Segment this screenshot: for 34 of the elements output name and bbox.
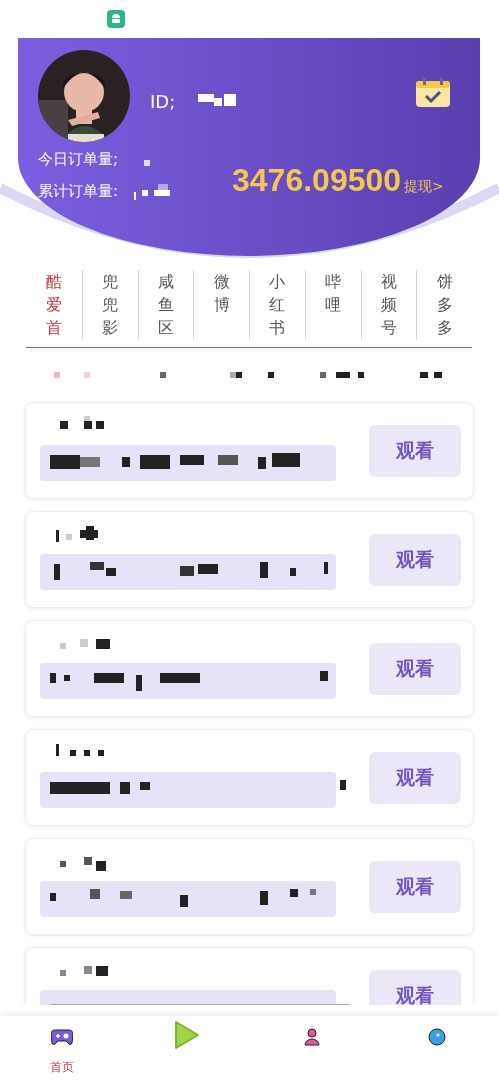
category-tab[interactable]: 咸鱼区 <box>137 270 194 340</box>
gamepad-icon[interactable] <box>51 1028 74 1046</box>
redaction-mosaic <box>60 856 106 871</box>
category-tab[interactable]: 微博 <box>193 270 249 340</box>
category-tab[interactable]: 饼多多 <box>416 270 472 340</box>
android-icon <box>107 10 125 28</box>
watch-button[interactable]: 观看 <box>369 751 461 804</box>
watch-button[interactable]: 观看 <box>369 642 461 695</box>
redaction-mosaic <box>144 160 150 166</box>
category-tab[interactable]: 小红书 <box>249 270 305 340</box>
category-tab[interactable]: 酷爱首 <box>26 270 82 340</box>
watch-button[interactable]: 观看 <box>369 969 461 1005</box>
watch-button[interactable]: 观看 <box>369 860 461 913</box>
redaction-mosaic <box>60 965 108 976</box>
balance-amount: 3476.09500 <box>232 161 402 200</box>
category-tab[interactable]: 视频号 <box>360 270 417 340</box>
redaction-mosaic <box>198 94 236 106</box>
total-orders-label: 累计订单量: <box>38 181 119 202</box>
redaction-mosaic <box>56 743 104 756</box>
category-tab[interactable]: 兜兜影 <box>81 270 138 340</box>
redaction-mosaic <box>60 638 110 649</box>
redaction-mosaic <box>60 415 104 429</box>
withdraw-link[interactable]: 提现> <box>404 176 444 197</box>
calendar-check-icon[interactable] <box>415 78 451 108</box>
category-tab[interactable]: 哔哩 <box>304 270 361 340</box>
today-orders-label: 今日订单量; <box>38 149 119 170</box>
redaction-mosaic <box>134 184 170 200</box>
nav-label[interactable]: 首页 <box>50 1058 75 1076</box>
person-icon[interactable] <box>303 1028 320 1046</box>
redaction-mosaic <box>56 525 98 542</box>
watch-button[interactable]: 观看 <box>369 424 461 477</box>
id-label: ID; <box>150 90 176 114</box>
blob-icon[interactable] <box>427 1028 446 1046</box>
watch-button[interactable]: 观看 <box>369 533 461 586</box>
